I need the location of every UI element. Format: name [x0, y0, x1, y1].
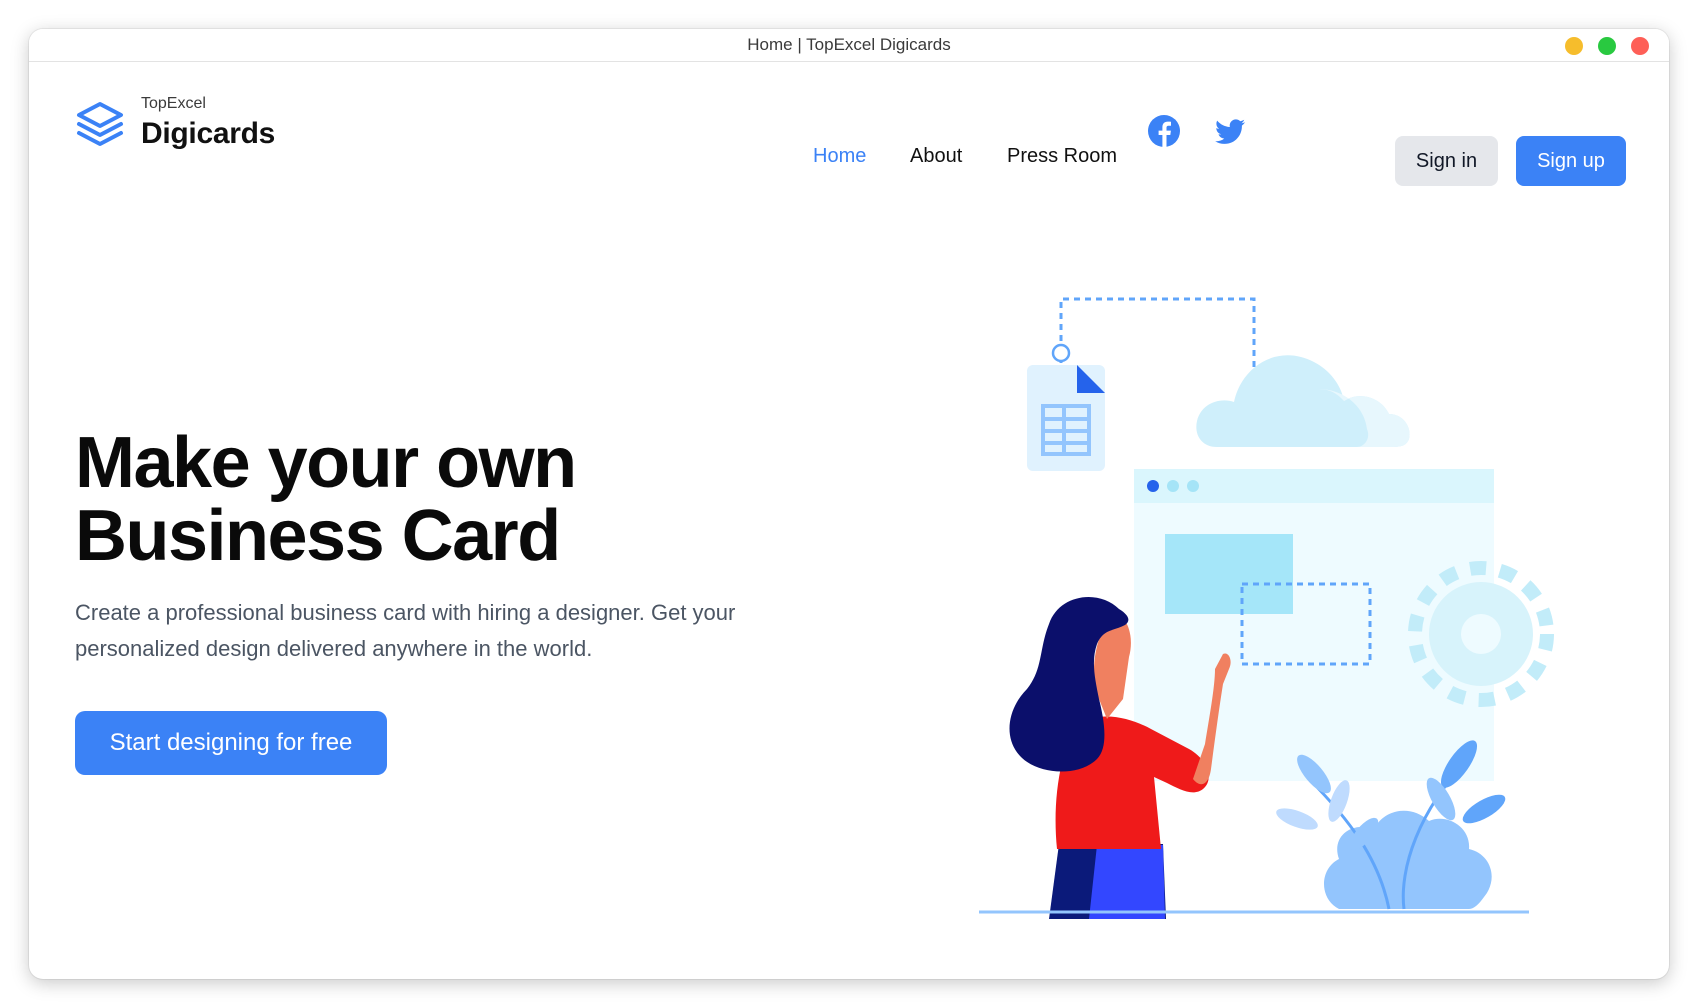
- start-designing-button[interactable]: Start designing for free: [75, 711, 387, 775]
- layers-icon: [77, 101, 123, 146]
- site-header: TopExcel Digicards Home About Press Room…: [29, 61, 1669, 201]
- cloud-icon: [1196, 355, 1410, 447]
- hero-subtitle: Create a professional business card with…: [75, 600, 736, 661]
- hero-title-line-2: Business Card: [75, 496, 561, 576]
- hero-illustration: [979, 297, 1554, 919]
- title-bar: Home | TopExcel Digicards: [29, 29, 1669, 62]
- window-controls: [1565, 37, 1649, 55]
- document-icon: [1027, 365, 1105, 471]
- hero-title-line-1: Make your own: [75, 423, 577, 503]
- sign-up-button[interactable]: Sign up: [1516, 136, 1626, 186]
- brand-name: Digicards: [141, 117, 276, 150]
- facebook-icon[interactable]: [1147, 114, 1181, 148]
- sign-in-button[interactable]: Sign in: [1395, 136, 1498, 186]
- window-title: Home | TopExcel Digicards: [747, 35, 951, 54]
- close-button[interactable]: [1631, 37, 1649, 55]
- brand-logo[interactable]: TopExcel Digicards: [75, 96, 275, 149]
- browser-window: Home | TopExcel Digicards TopExcel Digic…: [29, 29, 1669, 979]
- brand-tagline: TopExcel: [141, 95, 206, 112]
- nav-press-room[interactable]: Press Room: [1007, 145, 1117, 168]
- hero-title: Make your own Business Card: [75, 427, 835, 573]
- maximize-button[interactable]: [1598, 37, 1616, 55]
- nav-home[interactable]: Home: [813, 145, 866, 168]
- connector-node: [1051, 343, 1071, 363]
- nav-about[interactable]: About: [910, 145, 962, 168]
- twitter-icon[interactable]: [1213, 114, 1247, 148]
- minimize-button[interactable]: [1565, 37, 1583, 55]
